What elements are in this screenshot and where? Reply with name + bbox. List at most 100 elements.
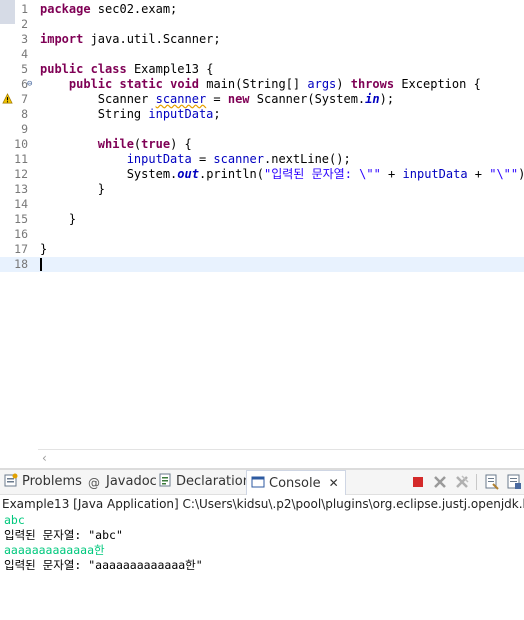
- tab-declaration[interactable]: Declaration: [158, 470, 251, 494]
- code-line[interactable]: 2: [0, 17, 524, 32]
- code-line[interactable]: 12 System.out.println("입력된 문자열: \"" + in…: [0, 167, 524, 182]
- line-number: 4: [21, 47, 28, 61]
- code-token: public: [40, 62, 84, 76]
- tab-console[interactable]: Console ✕: [246, 470, 346, 495]
- console-process-title: Example13 [Java Application] C:\Users\ki…: [2, 497, 524, 511]
- code-token: static: [119, 77, 163, 91]
- code-text: import java.util.Scanner;: [40, 32, 221, 47]
- code-token: throws: [350, 77, 395, 91]
- code-line[interactable]: 3 import java.util.Scanner;: [0, 32, 524, 47]
- code-token: public: [68, 77, 113, 91]
- line-number: 15: [14, 212, 28, 226]
- tab-problems[interactable]: Problems: [4, 470, 82, 494]
- code-text: inputData = scanner.nextLine();: [40, 152, 351, 167]
- code-line[interactable]: 15 }: [0, 212, 524, 227]
- code-token: void: [170, 77, 199, 91]
- code-line[interactable]: 5 public class Example13 {: [0, 62, 524, 77]
- code-line[interactable]: 6 ⊖ public static void main(String[] args…: [0, 77, 524, 92]
- close-icon[interactable]: ✕: [329, 476, 339, 490]
- code-line[interactable]: 14: [0, 197, 524, 212]
- code-line[interactable]: 1 package sec02.exam;: [0, 2, 524, 17]
- clear-console-icon[interactable]: [484, 474, 500, 490]
- code-text: String inputData;: [40, 107, 221, 122]
- toolbar-separator: [476, 474, 477, 490]
- code-line[interactable]: 17}: [0, 242, 524, 257]
- code-line[interactable]: 9: [0, 122, 524, 137]
- line-number: 2: [21, 17, 28, 31]
- code-token: class: [90, 62, 127, 76]
- console-panel: Problems @ Javadoc Declaration Console ✕ E…: [0, 470, 524, 620]
- line-number: 5: [21, 62, 28, 76]
- code-line[interactable]: 13 }: [0, 182, 524, 197]
- text-cursor: [40, 258, 42, 271]
- code-token: .nextLine();: [264, 152, 351, 166]
- code-token: inputData: [126, 152, 192, 166]
- code-token: scanner: [155, 92, 207, 106]
- warning-icon[interactable]: [2, 93, 13, 104]
- code-text: package sec02.exam;: [40, 2, 177, 17]
- code-line[interactable]: 8 String inputData;: [0, 107, 524, 122]
- code-editor[interactable]: 1 package sec02.exam; 2 3 import java.util.S…: [0, 0, 524, 468]
- tab-javadoc[interactable]: @ Javadoc: [88, 470, 157, 494]
- code-text: Scanner scanner = new Scanner(System.in)…: [40, 92, 394, 107]
- code-lines: 1 package sec02.exam; 2 3 import java.util.S…: [0, 2, 524, 272]
- scroll-left-icon[interactable]: ‹: [42, 451, 47, 465]
- code-line[interactable]: 11 inputData = scanner.nextLine();: [0, 152, 524, 167]
- code-token: sec02.exam;: [90, 2, 178, 16]
- console-input-line: aaaaaaaaaaaaa한: [4, 543, 105, 557]
- code-token: in: [365, 92, 380, 106]
- code-token: new: [227, 92, 250, 106]
- javadoc-icon: @: [88, 476, 100, 490]
- code-token: Example13 {: [126, 62, 214, 76]
- code-token: }: [40, 242, 48, 256]
- code-token: System.: [40, 167, 178, 181]
- tab-declaration-label: Declaration: [176, 474, 251, 489]
- line-number: 16: [14, 227, 28, 241]
- fold-collapse-icon[interactable]: ⊖: [27, 77, 32, 92]
- line-number: 9: [21, 122, 28, 136]
- console-input-line: abc: [4, 513, 25, 527]
- line-number: 6: [21, 77, 28, 91]
- line-number: 13: [14, 182, 28, 196]
- code-line[interactable]: 4: [0, 47, 524, 62]
- code-token: =: [206, 92, 228, 106]
- code-token: java.util.Scanner;: [83, 32, 221, 46]
- code-token: ;: [213, 107, 221, 121]
- line-number: 14: [14, 197, 28, 211]
- code-token: Scanner(System.: [249, 92, 366, 106]
- code-text: while(true) {: [40, 137, 192, 152]
- code-token: main(String[]: [199, 77, 308, 91]
- code-token: Exception {: [394, 77, 481, 91]
- code-line[interactable]: 16: [0, 227, 524, 242]
- code-token: inputData: [402, 167, 468, 181]
- remove-all-terminated-icon[interactable]: [454, 474, 470, 490]
- code-token: String: [40, 107, 149, 121]
- code-line[interactable]: 10 while(true) {: [0, 137, 524, 152]
- code-token: "입력된 문자열: \"": [264, 167, 381, 181]
- code-token: Scanner: [40, 92, 156, 106]
- line-number: 8: [21, 107, 28, 121]
- code-line[interactable]: 18: [0, 257, 524, 272]
- code-token: while: [97, 137, 134, 151]
- code-token: .println(: [198, 167, 264, 181]
- code-text: }: [40, 182, 105, 197]
- terminate-icon[interactable]: [410, 474, 426, 490]
- code-token: out: [177, 167, 199, 181]
- console-output[interactable]: abc 입력된 문자열: "abc" aaaaaaaaaaaaa한 입력된 문자열: …: [4, 513, 524, 573]
- code-token: inputData: [148, 107, 214, 121]
- code-token: import: [40, 32, 84, 46]
- code-token: }: [40, 182, 106, 196]
- code-token: +: [380, 167, 403, 181]
- remove-launch-icon[interactable]: [432, 474, 448, 490]
- tab-javadoc-label: Javadoc: [106, 474, 157, 489]
- line-number: 10: [14, 137, 28, 151]
- console-icon: [251, 476, 265, 488]
- scroll-lock-icon[interactable]: [506, 474, 522, 490]
- declaration-icon: [159, 473, 171, 487]
- code-line[interactable]: 7 Scanner scanner = new Scanner(System.i…: [0, 92, 524, 107]
- tab-console-label: Console: [269, 476, 321, 491]
- horizontal-scrollbar[interactable]: ‹: [38, 449, 524, 467]
